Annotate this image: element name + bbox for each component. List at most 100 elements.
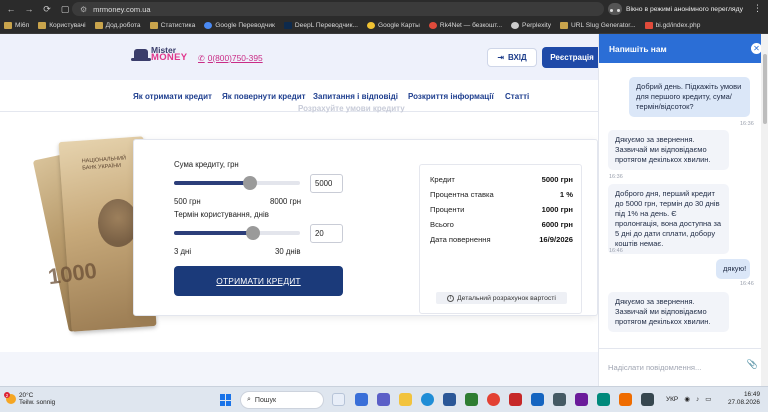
site-icon (428, 22, 437, 29)
file-explorer-icon[interactable] (399, 393, 412, 406)
detailed-calculation-button[interactable]: i Детальний розрахунок вартості (436, 292, 567, 304)
logo[interactable]: Mister MONEY (131, 46, 188, 63)
bookmark-item[interactable]: Користувачі (38, 22, 86, 29)
bookmark-item[interactable]: Мі6п (4, 22, 29, 29)
chat-scrollbar[interactable] (761, 34, 768, 386)
incognito-indicator: Вікно в режимі анонімного перегляду (608, 2, 743, 16)
taskbar-clock[interactable]: 16:49 27.08.2026 (726, 391, 760, 407)
phone-link[interactable]: ✆ 0(800)750-395 (198, 53, 263, 63)
amount-slider[interactable] (174, 176, 300, 190)
bookmark-item[interactable]: Дод.робота (94, 22, 141, 29)
bookmark-item[interactable]: Google Карты (366, 22, 420, 29)
get-credit-button[interactable]: ОТРИМАТИ КРЕДИТ (174, 266, 343, 296)
summary-row: Дата повернення 16/9/2026 (430, 235, 573, 244)
section-title: Розрахуйте умови кредиту (298, 104, 405, 113)
google-maps-icon (366, 22, 375, 29)
bookmark-item[interactable]: Perplexity (511, 22, 551, 29)
app-icon[interactable] (509, 393, 522, 406)
menu-item-how-to-repay[interactable]: Як повернути кредит (222, 92, 306, 101)
bookmark-item[interactable]: URL Slug Generator... (560, 22, 636, 29)
message-time: 16:36 (740, 121, 754, 127)
incognito-icon (608, 3, 622, 15)
app-icon[interactable] (553, 393, 566, 406)
widgets-app-icon[interactable] (332, 393, 345, 406)
phone-icon: ✆ (198, 53, 205, 63)
url-text: mrmoney.com.ua (93, 4, 151, 14)
amount-input[interactable]: 5000 (310, 174, 343, 193)
website: Mister MONEY ✆ 0(800)750-395 ⇥ ВХІД Реєс… (0, 34, 598, 386)
chrome-icon[interactable] (487, 393, 500, 406)
folder-icon (149, 22, 158, 29)
notification-badge: 2 (4, 392, 10, 398)
message-time: 16:46 (609, 248, 623, 254)
chat-message-outgoing: дякую! (716, 259, 750, 279)
bookmark-item[interactable]: Rk4Net — безкошт... (428, 22, 502, 29)
weather-temp: 20°C (19, 392, 34, 399)
chat-message-incoming: Дякуємо за звернення. Зазвичай ми відпов… (608, 292, 729, 332)
summary-row: Проценти 1000 грн (430, 205, 573, 214)
message-time: 16:36 (609, 174, 623, 180)
term-input[interactable]: 20 (310, 224, 343, 243)
bookmark-item[interactable]: bi.gd/index.php (644, 22, 700, 29)
app-icon[interactable] (619, 393, 632, 406)
menu-item-disclosure[interactable]: Розкриття інформації (408, 92, 494, 101)
login-button[interactable]: ⇥ ВХІД (487, 48, 537, 67)
weather-widget[interactable]: 2 20°C Teilw. sonnig (4, 392, 56, 406)
back-icon[interactable]: ← (4, 2, 18, 16)
site-icon (644, 22, 653, 29)
loan-summary: Кредит 5000 грн Процентна ставка 1 % Проце… (419, 164, 582, 314)
app-icon[interactable] (641, 393, 654, 406)
forward-icon[interactable]: → (22, 2, 36, 16)
perplexity-icon (511, 22, 520, 29)
split-view-icon[interactable]: ▢ (58, 2, 72, 16)
start-menu-icon[interactable] (220, 394, 232, 406)
term-slider-handle[interactable] (246, 226, 261, 240)
site-info-icon[interactable]: ⚙ (80, 5, 87, 14)
task-view-icon[interactable] (355, 393, 368, 406)
summary-row: Процентна ставка 1 % (430, 190, 573, 199)
app-icon[interactable] (597, 393, 610, 406)
battery-icon[interactable]: ▭ (705, 395, 711, 403)
chat-message-input[interactable]: Надіслати повідомлення... (599, 348, 761, 386)
register-button[interactable]: Реєстрація (542, 47, 598, 68)
menu-item-how-to-get[interactable]: Як отримати кредит (133, 92, 212, 101)
message-time: 16:46 (740, 281, 754, 287)
menu-item-faq[interactable]: Запитання і відповіді (313, 92, 398, 101)
address-bar[interactable]: ⚙ mrmoney.com.ua (72, 2, 604, 16)
logo-line2: MONEY (151, 52, 188, 63)
wifi-icon[interactable]: ◉ (684, 395, 690, 403)
edge-icon[interactable] (421, 393, 434, 406)
amount-max: 8000 грн (270, 197, 301, 206)
bookmark-item[interactable]: Статистика (149, 22, 195, 29)
loan-calculator: Сума кредиту, грн 5000 500 грн 8000 грн … (133, 139, 598, 316)
app-icon[interactable] (531, 393, 544, 406)
info-icon: i (447, 294, 455, 302)
windows-taskbar: 2 20°C Teilw. sonnig ⌕ Пошук УКР ◉ ♪ ▭ 1… (0, 386, 768, 412)
search-icon: ⌕ (247, 396, 251, 403)
chat-title: Напишіть нам (609, 43, 667, 54)
browser-menu-icon[interactable]: ⋮ (753, 3, 762, 14)
amount-slider-handle[interactable] (242, 176, 257, 190)
app-icon[interactable] (465, 393, 478, 406)
attach-icon[interactable]: 📎 (747, 359, 758, 370)
weather-desc: Teilw. sonnig (19, 399, 56, 406)
teams-icon[interactable] (377, 393, 390, 406)
system-tray: УКР ◉ ♪ ▭ (666, 395, 711, 404)
app-icon[interactable] (575, 393, 588, 406)
term-slider[interactable] (174, 226, 300, 240)
reload-icon[interactable]: ⟳ (40, 2, 54, 16)
language-indicator[interactable]: УКР (666, 396, 678, 403)
menu-item-articles[interactable]: Статті (505, 92, 529, 101)
banknote-text-line2: БАНК УКРАЇНИ (82, 162, 122, 172)
bookmark-item[interactable]: DeepL Переводчик... (283, 22, 358, 29)
taskbar-search[interactable]: ⌕ Пошук (240, 391, 324, 409)
bookmark-item[interactable]: Google Переводчик (204, 22, 275, 29)
folder-icon (38, 22, 47, 29)
weather-sun-icon: 2 (4, 392, 16, 404)
store-icon[interactable] (443, 393, 456, 406)
page-section-band (0, 352, 598, 386)
clock-time: 16:49 (744, 391, 760, 398)
browser-toolbar: ← → ⟳ ▢ ⚙ mrmoney.com.ua Вікно в режимі … (0, 0, 768, 18)
amount-min: 500 грн (174, 197, 201, 206)
volume-icon[interactable]: ♪ (696, 396, 699, 403)
